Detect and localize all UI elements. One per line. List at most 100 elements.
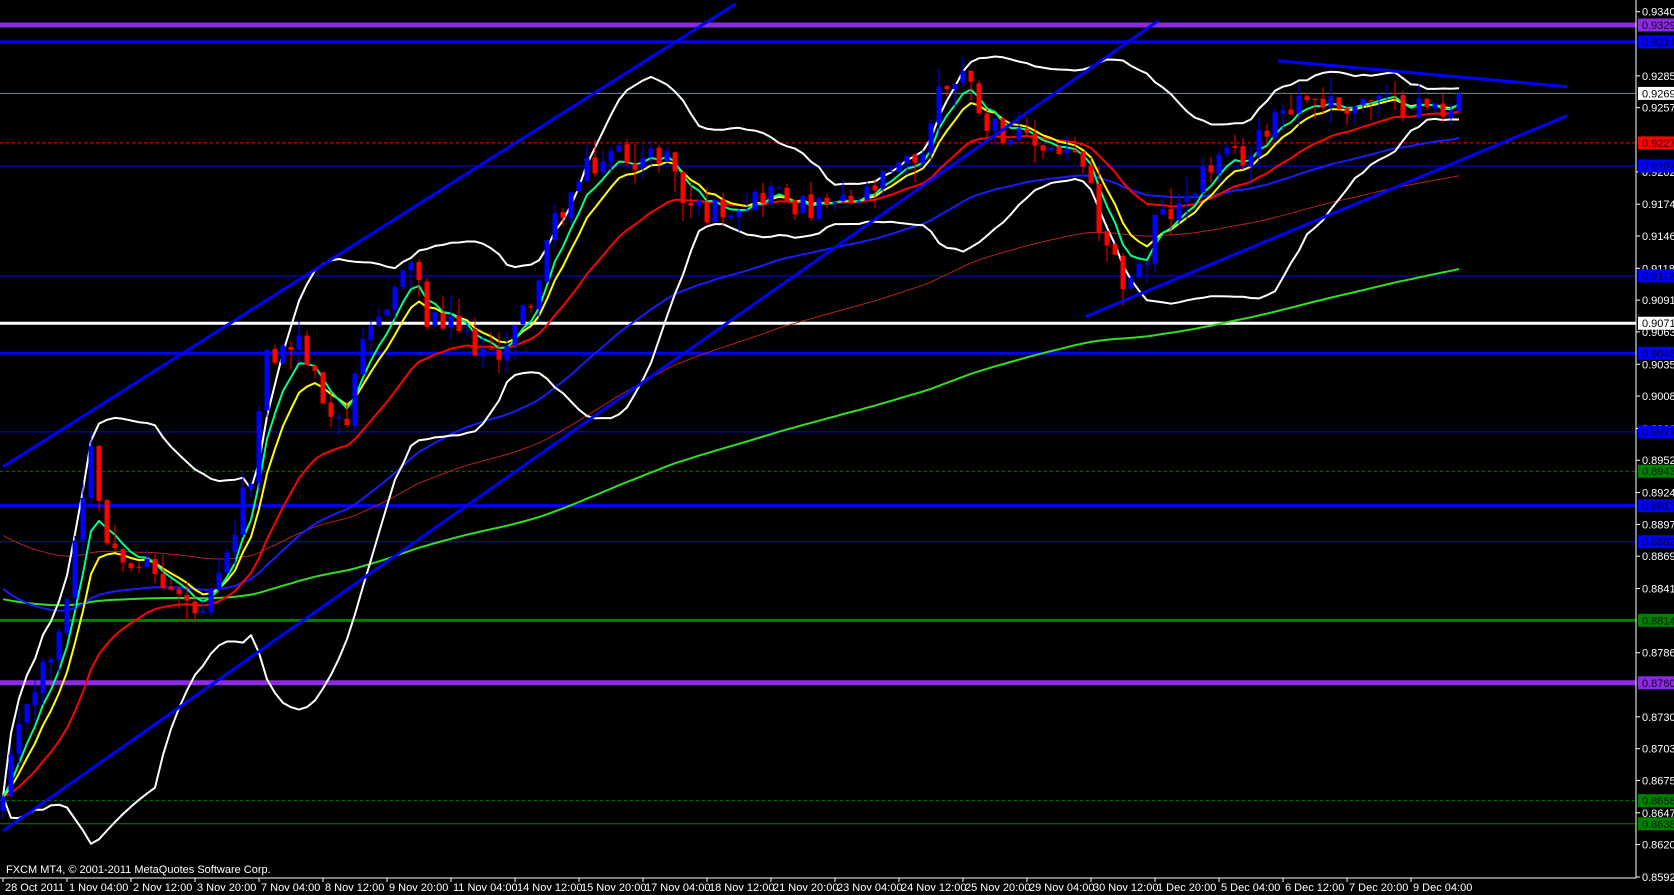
candle-body [1344,108,1350,114]
candle-body [968,70,974,82]
candle-body [104,500,110,544]
candle-body [192,601,198,614]
candle-body [448,316,454,328]
candle-body [456,315,462,332]
candle [1336,97,1342,110]
candle [384,309,390,316]
chart-background [0,0,1674,895]
candle-body [648,148,654,157]
candle-body [424,281,430,327]
time-tick-label: 7 Nov 04:00 [261,882,320,894]
price-tag-label: 0.90710 [1642,318,1674,330]
candle [1128,276,1134,291]
candle-body [600,161,606,172]
candle-body [1312,98,1318,101]
candle-body [464,330,470,332]
price-tag: 0.92698 [1638,86,1674,100]
price-tag: 0.90450 [1638,346,1674,360]
price-tick-label: 0.92575 [1642,103,1674,115]
price-tag-label: 0.86580 [1642,796,1674,808]
candle-body [1448,110,1454,118]
price-tag-label: 0.92270 [1642,138,1674,150]
candle [104,498,110,547]
price-chart[interactable]: 0.934050.928500.925750.920200.917400.914… [0,0,1674,895]
price-tag: 0.93290 [1638,18,1674,32]
candle-body [264,349,270,411]
candle-body [136,566,142,568]
time-tick-label: 8 Nov 12:00 [325,882,384,894]
time-tick-label: 17 Nov 04:00 [645,882,710,894]
candle-body [240,488,246,535]
candle-body [144,558,150,568]
candle-body [1040,145,1046,151]
candle-body [312,365,318,371]
candle-body [336,417,342,419]
candle-body [760,193,766,204]
candle-body [640,158,646,169]
time-tick-label: 6 Dec 12:00 [1285,882,1344,894]
candle-body [96,445,102,501]
candle-body [1432,103,1438,109]
price-tag-label: 0.91120 [1642,271,1674,283]
candle-body [1376,95,1382,100]
candle [1456,91,1462,113]
candle [712,198,718,223]
candle-body [992,118,998,131]
copyright-text: FXCM MT4, © 2001-2011 MetaQuotes Softwar… [6,864,271,876]
price-tag-label: 0.88140 [1642,615,1674,627]
candle-body [624,144,630,163]
candle [424,278,430,331]
price-tick-label: 0.87860 [1642,648,1674,660]
candle-body [232,535,238,552]
candle-body [512,325,518,346]
time-tick-label: 1 Dec 20:00 [1157,882,1216,894]
price-tag-label: 0.92698 [1642,88,1674,100]
candle-body [888,171,894,173]
candle-body [544,240,550,282]
price-tick-label: 0.85920 [1642,872,1674,884]
price-tag-label: 0.87600 [1642,678,1674,690]
candle-body [1408,116,1414,118]
time-tick-label: 11 Nov 04:00 [453,882,518,894]
candle-body [1112,244,1118,255]
candle-body [984,113,990,131]
candle-body [1168,208,1174,220]
candle-body [728,215,734,219]
candle [800,195,806,214]
candle-body [1424,98,1430,107]
price-tick-label: 0.93405 [1642,7,1674,19]
time-tick-label: 25 Nov 20:00 [965,882,1030,894]
candle-body [1456,93,1462,111]
price-tag-label: 0.86380 [1642,819,1674,831]
price-tag-label: 0.92070 [1642,161,1674,173]
time-tick-label: 2 Nov 12:00 [133,882,192,894]
price-tick-label: 0.91465 [1642,231,1674,243]
candle-body [976,83,982,114]
candle-body [672,152,678,172]
price-tick-label: 0.89245 [1642,488,1674,500]
candle [976,80,982,117]
candle-body [1232,146,1238,148]
candle [320,371,326,404]
candle-body [320,372,326,404]
candle-body [920,154,926,164]
candle-body [1280,110,1286,114]
candle-body [480,348,486,357]
candle-body [40,661,46,694]
candle-body [592,157,598,174]
candle-body [904,155,910,164]
candle [208,588,214,617]
candle-body [552,213,558,241]
price-tick-label: 0.87305 [1642,712,1674,724]
candle-body [1008,139,1014,145]
candle-body [1400,95,1406,117]
time-tick-label: 23 Nov 04:00 [837,882,902,894]
price-tag-label: 0.89430 [1642,466,1674,478]
candle [1056,145,1062,155]
candle-body [752,192,758,211]
candle-body [568,192,574,219]
candle [816,197,822,222]
candle-body [1152,214,1158,264]
candle-body [1032,133,1038,146]
candle-body [944,85,950,89]
